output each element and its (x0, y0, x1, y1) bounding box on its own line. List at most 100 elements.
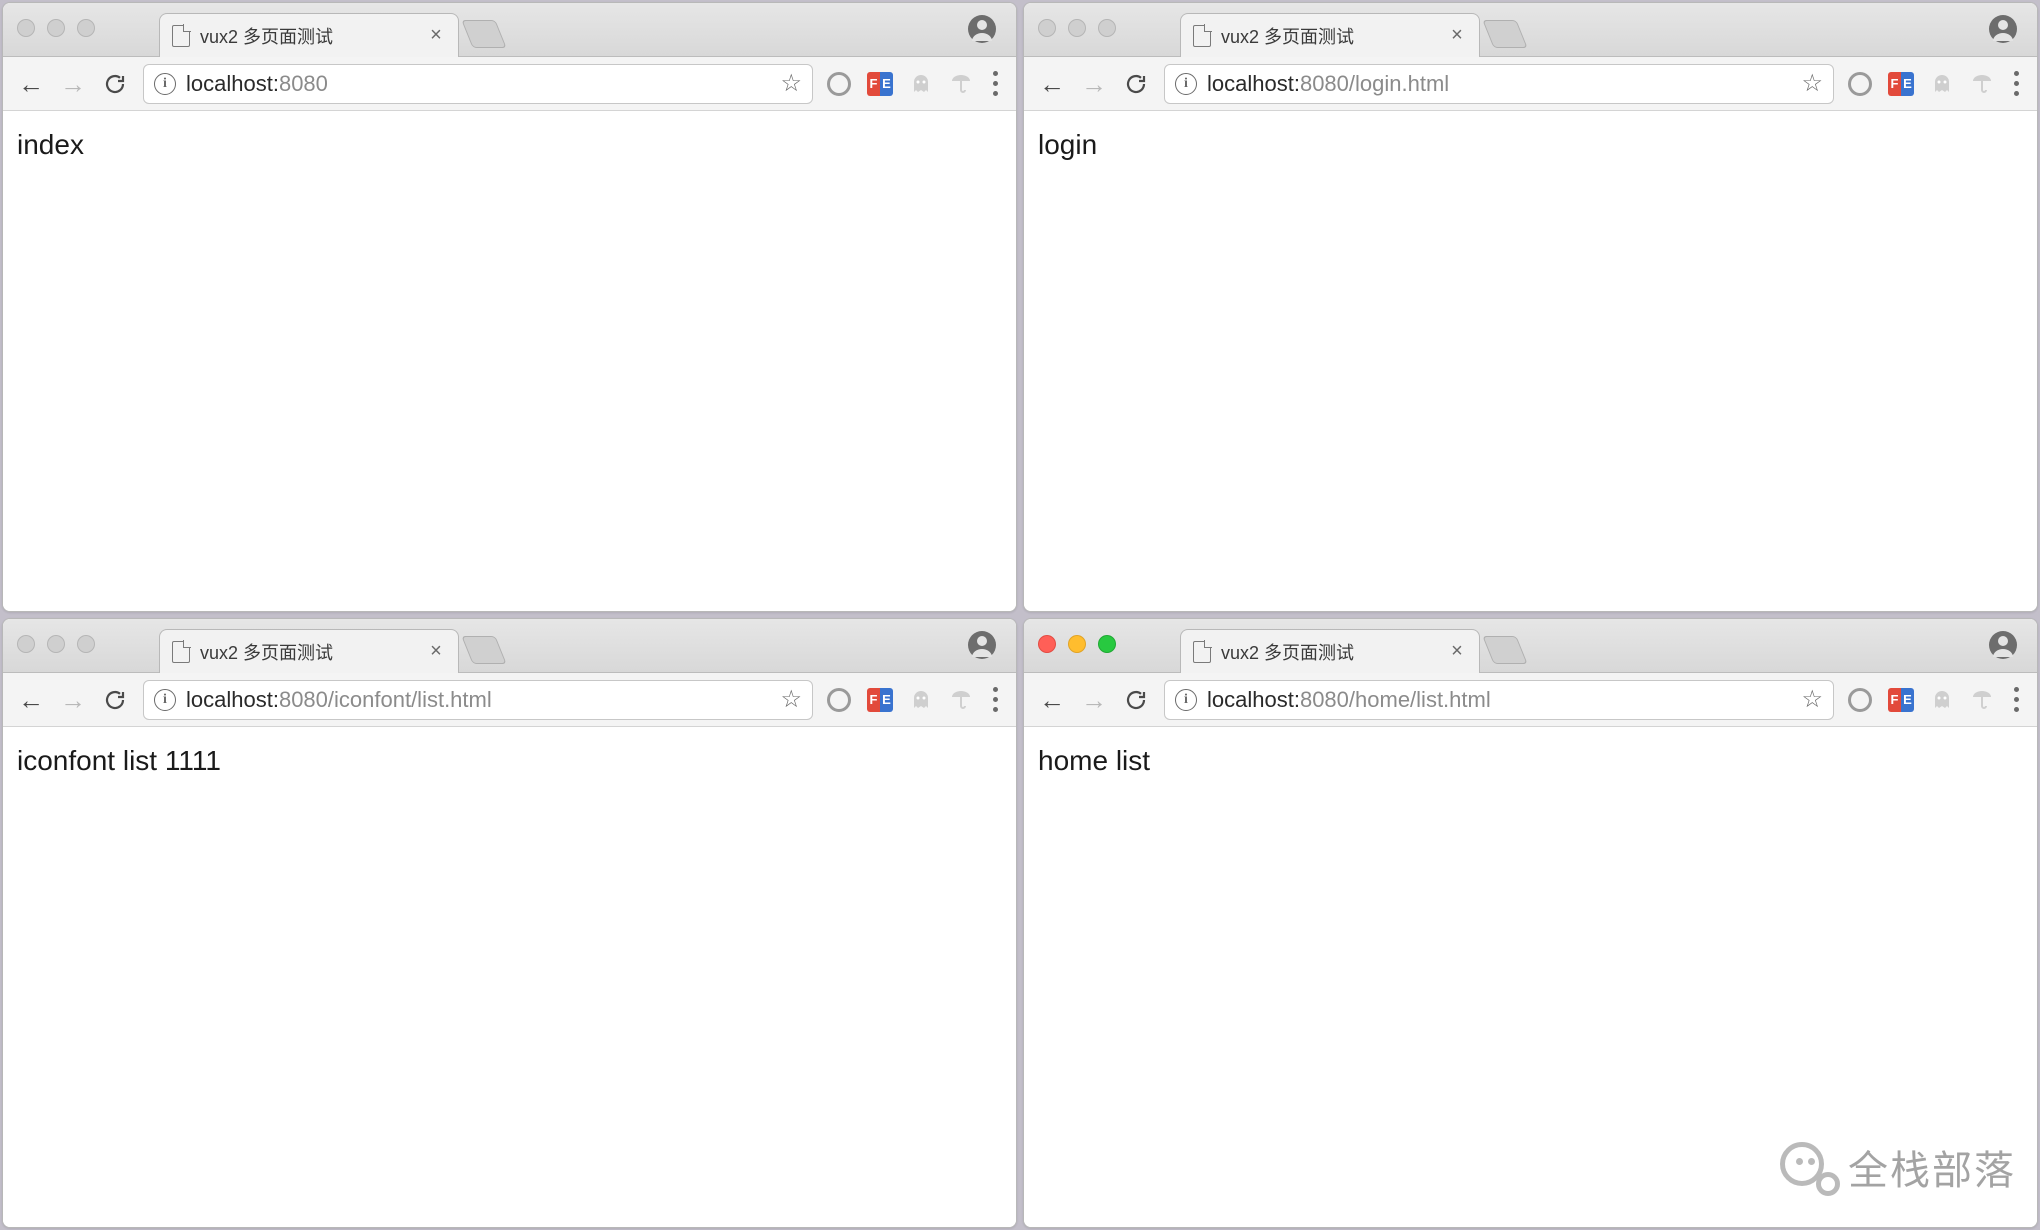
new-tab-button[interactable] (1482, 636, 1527, 664)
site-info-icon[interactable]: i (154, 73, 176, 95)
extension-fe-icon[interactable]: FE (867, 688, 893, 712)
close-window-icon[interactable] (17, 19, 35, 37)
forward-button[interactable]: → (59, 70, 87, 98)
page-body-text: iconfont list 1111 (17, 745, 221, 776)
address-bar[interactable]: i localhost:8080/iconfont/list.html ☆ (143, 680, 813, 720)
toolbar: ← → i localhost:8080/iconfont/list.html … (3, 673, 1016, 727)
file-icon (1193, 641, 1211, 663)
page-content: home list (1024, 727, 2037, 1227)
new-tab-button[interactable] (1482, 20, 1527, 48)
minimize-window-icon[interactable] (47, 635, 65, 653)
maximize-window-icon[interactable] (77, 19, 95, 37)
traffic-lights (1038, 19, 1116, 37)
file-icon (1193, 25, 1211, 47)
forward-button[interactable]: → (1080, 70, 1108, 98)
extension-ghost-icon[interactable] (909, 72, 933, 96)
reload-button[interactable] (101, 686, 129, 714)
close-window-icon[interactable] (1038, 19, 1056, 37)
extension-circle-icon[interactable] (1848, 72, 1872, 96)
tab-title: vux2 多页面测试 (1221, 23, 1437, 49)
extension-circle-icon[interactable] (1848, 688, 1872, 712)
page-content: login (1024, 111, 2037, 611)
close-window-icon[interactable] (1038, 635, 1056, 653)
url-text: localhost:8080 (186, 71, 770, 97)
kebab-menu-icon[interactable] (2010, 67, 2023, 100)
reload-button[interactable] (1122, 686, 1150, 714)
tab-close-icon[interactable]: × (1447, 640, 1467, 663)
page-body-text: index (17, 129, 84, 160)
minimize-window-icon[interactable] (47, 19, 65, 37)
minimize-window-icon[interactable] (1068, 635, 1086, 653)
titlebar: vux2 多页面测试 × (1024, 3, 2037, 57)
extension-fe-icon[interactable]: FE (867, 72, 893, 96)
address-bar[interactable]: i localhost:8080/home/list.html ☆ (1164, 680, 1834, 720)
file-icon (172, 25, 190, 47)
extension-umbrella-icon[interactable] (949, 688, 973, 712)
back-button[interactable]: ← (17, 70, 45, 98)
file-icon (172, 641, 190, 663)
extension-umbrella-icon[interactable] (1970, 72, 1994, 96)
extension-ghost-icon[interactable] (909, 688, 933, 712)
traffic-lights (17, 19, 95, 37)
titlebar: vux2 多页面测试 × (3, 3, 1016, 57)
profile-icon[interactable] (966, 13, 998, 45)
profile-icon[interactable] (1987, 629, 2019, 661)
browser-window: vux2 多页面测试 × ← → i localhost:8080/home/l… (1023, 618, 2038, 1228)
bookmark-star-icon[interactable]: ☆ (780, 685, 802, 714)
new-tab-button[interactable] (461, 20, 506, 48)
browser-window: vux2 多页面测试 × ← → i localhost:8080 ☆ (2, 2, 1017, 612)
toolbar: ← → i localhost:8080/login.html ☆ FE (1024, 57, 2037, 111)
address-bar[interactable]: i localhost:8080/login.html ☆ (1164, 64, 1834, 104)
back-button[interactable]: ← (17, 686, 45, 714)
minimize-window-icon[interactable] (1068, 19, 1086, 37)
browser-window: vux2 多页面测试 × ← → i localhost:8080/iconfo… (2, 618, 1017, 1228)
kebab-menu-icon[interactable] (989, 683, 1002, 716)
maximize-window-icon[interactable] (1098, 19, 1116, 37)
reload-button[interactable] (101, 70, 129, 98)
tab-close-icon[interactable]: × (1447, 24, 1467, 47)
browser-tab[interactable]: vux2 多页面测试 × (1180, 13, 1480, 57)
toolbar: ← → i localhost:8080/home/list.html ☆ FE (1024, 673, 2037, 727)
tab-close-icon[interactable]: × (426, 640, 446, 663)
profile-icon[interactable] (966, 629, 998, 661)
window-grid: vux2 多页面测试 × ← → i localhost:8080 ☆ (0, 0, 2040, 1230)
kebab-menu-icon[interactable] (2010, 683, 2023, 716)
back-button[interactable]: ← (1038, 686, 1066, 714)
extension-umbrella-icon[interactable] (1970, 688, 1994, 712)
bookmark-star-icon[interactable]: ☆ (1801, 685, 1823, 714)
browser-tab[interactable]: vux2 多页面测试 × (159, 13, 459, 57)
bookmark-star-icon[interactable]: ☆ (1801, 69, 1823, 98)
extension-circle-icon[interactable] (827, 72, 851, 96)
profile-icon[interactable] (1987, 13, 2019, 45)
address-bar[interactable]: i localhost:8080 ☆ (143, 64, 813, 104)
site-info-icon[interactable]: i (154, 689, 176, 711)
browser-window: vux2 多页面测试 × ← → i localhost:8080/login.… (1023, 2, 2038, 612)
reload-button[interactable] (1122, 70, 1150, 98)
tab-title: vux2 多页面测试 (200, 23, 416, 49)
extensions: FE (1848, 67, 2023, 100)
extension-fe-icon[interactable]: FE (1888, 688, 1914, 712)
forward-button[interactable]: → (59, 686, 87, 714)
extension-circle-icon[interactable] (827, 688, 851, 712)
maximize-window-icon[interactable] (1098, 635, 1116, 653)
site-info-icon[interactable]: i (1175, 689, 1197, 711)
maximize-window-icon[interactable] (77, 635, 95, 653)
tab-close-icon[interactable]: × (426, 24, 446, 47)
extension-ghost-icon[interactable] (1930, 72, 1954, 96)
new-tab-button[interactable] (461, 636, 506, 664)
browser-tab[interactable]: vux2 多页面测试 × (1180, 629, 1480, 673)
url-text: localhost:8080/home/list.html (1207, 687, 1791, 713)
page-content: iconfont list 1111 (3, 727, 1016, 1227)
extension-ghost-icon[interactable] (1930, 688, 1954, 712)
site-info-icon[interactable]: i (1175, 73, 1197, 95)
extension-fe-icon[interactable]: FE (1888, 72, 1914, 96)
bookmark-star-icon[interactable]: ☆ (780, 69, 802, 98)
extension-umbrella-icon[interactable] (949, 72, 973, 96)
browser-tab[interactable]: vux2 多页面测试 × (159, 629, 459, 673)
url-text: localhost:8080/login.html (1207, 71, 1791, 97)
forward-button[interactable]: → (1080, 686, 1108, 714)
page-body-text: home list (1038, 745, 1150, 776)
kebab-menu-icon[interactable] (989, 67, 1002, 100)
close-window-icon[interactable] (17, 635, 35, 653)
back-button[interactable]: ← (1038, 70, 1066, 98)
